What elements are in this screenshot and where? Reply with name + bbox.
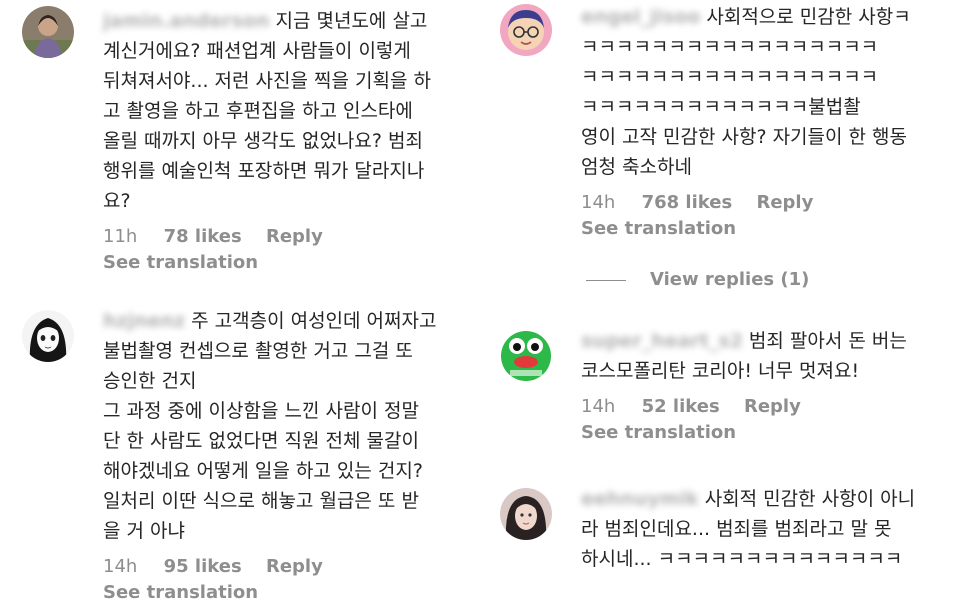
likes-count[interactable]: 52 likes (642, 394, 720, 420)
comment-body: eehnuymik 사회적 민감한 사항이 아니 라 범죄인데요... 범죄를 범… (581, 484, 946, 574)
comment-message: 주 고객층이 여성인데 어쩌자고 불법촬영 컨셉으로 촬영한 거고 그걸 또 승… (103, 310, 437, 542)
comment-meta: 14h 95 likes Reply (103, 554, 468, 580)
avatar[interactable] (500, 330, 552, 382)
comment-time: 14h (581, 396, 616, 417)
comment-time: 14h (103, 556, 138, 577)
likes-count[interactable]: 78 likes (164, 224, 242, 250)
username[interactable]: eehnuymik (581, 484, 699, 514)
view-replies-divider (586, 279, 626, 281)
comment-time: 14h (581, 192, 616, 213)
username[interactable]: hzjnenz (103, 306, 185, 336)
comment-text: super_heart_s2 범죄 팔아서 돈 버는 코스모폴리탄 코리아! 너무… (581, 326, 946, 386)
comment-meta: 14h 768 likes Reply (581, 190, 946, 216)
avatar[interactable] (22, 310, 74, 362)
reply-button[interactable]: Reply (266, 224, 323, 250)
avatar[interactable] (500, 4, 552, 56)
comment-message: 지금 몇년도에 살고 계신거에요? 패션업계 사람들이 이렇게 뒤쳐져서야...… (103, 10, 431, 212)
comment-text: eehnuymik 사회적 민감한 사항이 아니 라 범죄인데요... 범죄를 범… (581, 484, 946, 574)
comment-body: hzjnenz 주 고객층이 여성인데 어쩌자고 불법촬영 컨셉으로 촬영한 거고… (103, 306, 468, 606)
see-translation-link[interactable]: See translation (103, 250, 468, 276)
view-replies-link[interactable]: View replies (1) (586, 266, 809, 294)
see-translation-link[interactable]: See translation (581, 420, 946, 446)
likes-count[interactable]: 768 likes (642, 190, 733, 216)
comment-body: engel_jisoo 사회적으로 민감한 사항ㅋ ㅋㅋㅋㅋㅋㅋㅋㅋㅋㅋㅋㅋㅋㅋㅋ… (581, 2, 946, 242)
comment-body: jamin.anderson 지금 몇년도에 살고 계신거에요? 패션업계 사람들… (103, 6, 468, 276)
reply-button[interactable]: Reply (744, 394, 801, 420)
see-translation-link[interactable]: See translation (103, 580, 468, 606)
see-translation-link[interactable]: See translation (581, 216, 946, 242)
comment-meta: 11h 78 likes Reply (103, 224, 468, 250)
right-comment-column: engel_jisoo 사회적으로 민감한 사항ㅋ ㅋㅋㅋㅋㅋㅋㅋㅋㅋㅋㅋㅋㅋㅋㅋ… (500, 0, 960, 588)
reply-button[interactable]: Reply (266, 554, 323, 580)
left-comment-column: jamin.anderson 지금 몇년도에 살고 계신거에요? 패션업계 사람들… (22, 0, 482, 603)
avatar[interactable] (500, 488, 552, 540)
username[interactable]: super_heart_s2 (581, 326, 743, 356)
likes-count[interactable]: 95 likes (164, 554, 242, 580)
comment-time: 11h (103, 226, 138, 247)
comment-text: engel_jisoo 사회적으로 민감한 사항ㅋ ㅋㅋㅋㅋㅋㅋㅋㅋㅋㅋㅋㅋㅋㅋㅋ… (581, 2, 946, 182)
username[interactable]: jamin.anderson (103, 6, 269, 36)
comment-text: jamin.anderson 지금 몇년도에 살고 계신거에요? 패션업계 사람들… (103, 6, 468, 216)
comment-text: hzjnenz 주 고객층이 여성인데 어쩌자고 불법촬영 컨셉으로 촬영한 거고… (103, 306, 468, 546)
comment-meta: 14h 52 likes Reply (581, 394, 946, 420)
username[interactable]: engel_jisoo (581, 2, 700, 32)
reply-button[interactable]: Reply (756, 190, 813, 216)
view-replies-label[interactable]: View replies (1) (650, 269, 809, 290)
comment-body: super_heart_s2 범죄 팔아서 돈 버는 코스모폴리탄 코리아! 너무… (581, 326, 946, 446)
avatar[interactable] (22, 6, 74, 58)
